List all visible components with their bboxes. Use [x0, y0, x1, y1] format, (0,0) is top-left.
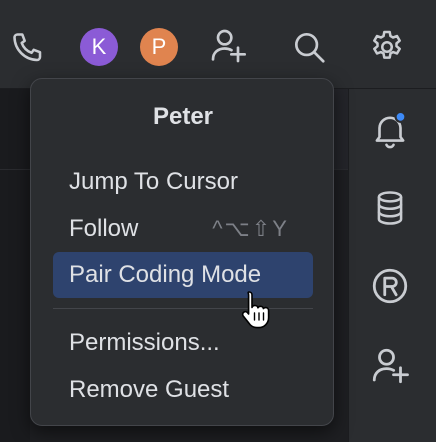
right-tool-strip	[348, 89, 436, 442]
menu-item-label: Jump To Cursor	[69, 168, 238, 195]
menu-item-permissions[interactable]: Permissions...	[53, 320, 313, 366]
top-toolbar: K P	[0, 0, 436, 89]
avatar-initial: P	[151, 34, 167, 59]
menu-item-pair-coding-mode[interactable]: Pair Coding Mode	[53, 252, 313, 298]
collaborator-popup-menu: Peter Jump To Cursor Follow ^⌥⇧Y Pair Co…	[30, 78, 334, 426]
menu-item-shortcut: ^⌥⇧Y	[212, 216, 289, 241]
phone-icon[interactable]	[10, 30, 46, 66]
menu-item-label: Pair Coding Mode	[69, 261, 262, 288]
menu-item-jump-to-cursor[interactable]: Jump To Cursor	[53, 159, 313, 205]
editor-gutter	[0, 89, 30, 442]
menu-item-remove-guest[interactable]: Remove Guest	[53, 367, 313, 413]
add-user-icon[interactable]	[369, 345, 411, 387]
avatar-initial: K	[91, 34, 107, 59]
menu-item-label: Remove Guest	[69, 376, 230, 403]
menu-item-label: Permissions...	[69, 329, 220, 356]
hand-pointer-cursor-icon	[241, 291, 270, 329]
collaborator-avatar-k[interactable]: K	[80, 28, 118, 66]
collaborator-avatar-p[interactable]: P	[140, 28, 178, 66]
menu-item-label: Follow	[69, 215, 139, 242]
search-icon[interactable]	[290, 28, 328, 66]
notifications-bell-icon[interactable]	[369, 109, 411, 151]
popup-title: Peter	[152, 103, 214, 130]
menu-item-follow[interactable]: Follow ^⌥⇧Y	[53, 206, 313, 252]
database-icon[interactable]	[371, 187, 409, 229]
gear-icon[interactable]	[368, 28, 406, 66]
r-console-icon[interactable]	[369, 265, 411, 307]
menu-separator	[53, 308, 313, 309]
add-user-icon[interactable]	[208, 26, 248, 66]
